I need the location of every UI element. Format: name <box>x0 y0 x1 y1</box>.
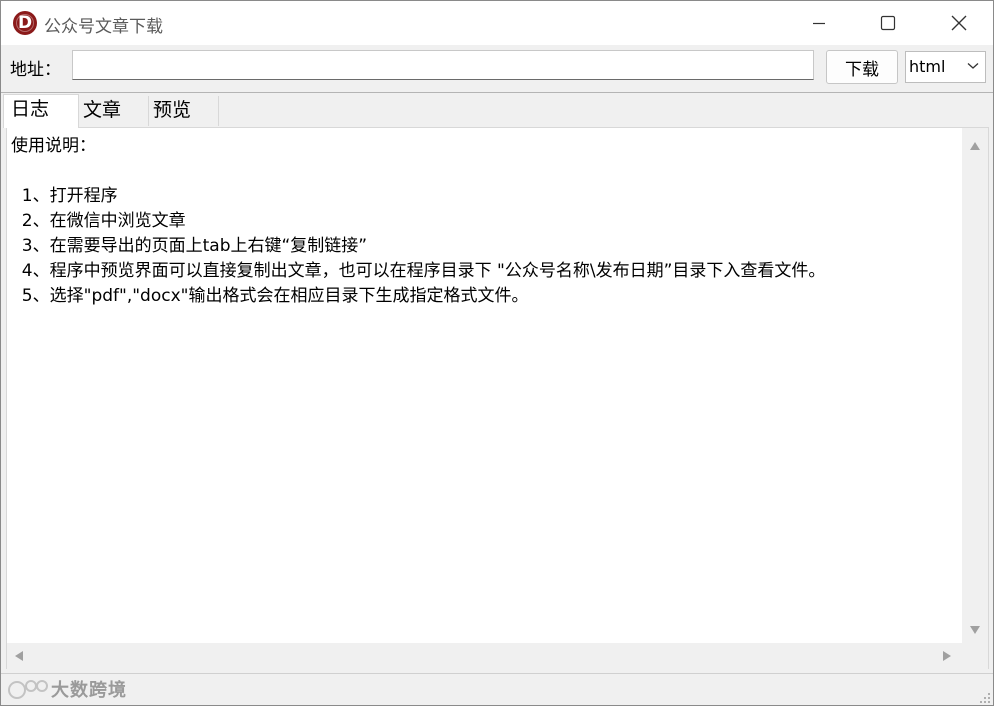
vertical-scrollbar[interactable] <box>962 128 988 643</box>
scroll-up-arrow-icon[interactable] <box>969 141 981 151</box>
log-line: 使用说明： <box>11 136 96 156</box>
horizontal-scrollbar[interactable] <box>7 643 988 669</box>
status-bar: 大数跨境 <box>1 673 993 705</box>
minimize-icon <box>813 22 825 25</box>
tab-bar: 日志 文章 预览 <box>3 94 993 128</box>
tab-log[interactable]: 日志 <box>3 94 79 128</box>
close-icon <box>951 15 967 31</box>
address-input[interactable] <box>72 50 814 80</box>
resize-grip-icon[interactable] <box>979 692 991 704</box>
tab-article[interactable]: 文章 <box>79 96 149 126</box>
app-logo-icon: D <box>13 11 37 35</box>
download-button[interactable]: 下载 <box>826 50 898 84</box>
window-title: 公众号文章下载 <box>44 17 163 37</box>
log-line: 4、程序中预览界面可以直接复制出文章，也可以在程序目录下 "公众号名称\发布日期… <box>11 261 826 281</box>
close-button[interactable] <box>927 1 991 45</box>
scroll-down-arrow-icon[interactable] <box>969 625 981 635</box>
scroll-right-arrow-icon[interactable] <box>942 650 952 662</box>
address-label: 地址： <box>10 60 61 80</box>
maximize-icon <box>880 15 896 31</box>
log-text: 使用说明： 1、打开程序 2、在微信中浏览文章 3、在需要导出的页面上tab上右… <box>11 134 825 309</box>
log-pane[interactable]: 使用说明： 1、打开程序 2、在微信中浏览文章 3、在需要导出的页面上tab上右… <box>6 127 989 669</box>
title-bar[interactable]: D 公众号文章下载 <box>1 1 993 45</box>
maximize-button[interactable] <box>855 1 919 45</box>
watermark-logo-icon <box>8 680 48 699</box>
tab-preview[interactable]: 预览 <box>149 96 219 126</box>
log-line: 2、在微信中浏览文章 <box>11 211 186 231</box>
watermark-text: 大数跨境 <box>51 680 127 701</box>
app-window: D 公众号文章下载 地址： 下载 html 日志 文章 预览 使用说明： 1、打… <box>0 0 994 706</box>
chevron-down-icon <box>967 63 979 69</box>
format-selected-value: html <box>909 57 946 76</box>
minimize-button[interactable] <box>787 1 851 45</box>
scroll-left-arrow-icon[interactable] <box>14 650 24 662</box>
log-line: 5、选择"pdf","docx"输出格式会在相应目录下生成指定格式文件。 <box>11 286 529 306</box>
log-line: 3、在需要导出的页面上tab上右键“复制链接” <box>11 236 368 256</box>
address-toolbar: 地址： 下载 html <box>1 45 993 93</box>
toolbar-divider <box>1 92 993 93</box>
format-select[interactable]: html <box>905 51 986 83</box>
log-line: 1、打开程序 <box>11 186 118 206</box>
